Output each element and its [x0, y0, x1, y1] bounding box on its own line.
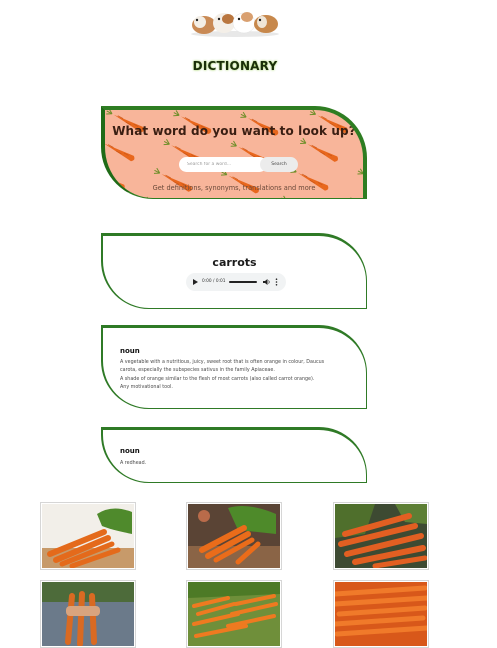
definitions-list: A redhead. [120, 460, 352, 468]
guinea-pigs-logo-icon [191, 12, 279, 37]
search-subtitle: Get definitions, synonyms, translations … [152, 184, 316, 192]
part-of-speech: noun [120, 347, 140, 355]
more-options-icon[interactable] [275, 278, 278, 286]
pronunciation-audio-player[interactable]: 0:00 / 0:01 [186, 273, 286, 291]
part-of-speech: noun [120, 447, 140, 455]
carrot-image-thumbnail[interactable] [186, 580, 282, 648]
carrot-image-thumbnail[interactable] [186, 502, 282, 570]
carrot-image-thumbnail[interactable] [40, 502, 136, 570]
word-card: carrots 0:00 / 0:01 [101, 233, 367, 309]
definitions-list: A vegetable with a nutritious, juicy, sw… [120, 359, 352, 392]
search-prompt: What word do you want to look up? [112, 124, 356, 138]
definition-text: A vegetable with a nutritious, juicy, sw… [120, 360, 325, 365]
play-icon[interactable] [193, 279, 198, 285]
meaning-card: noun A redhead. [101, 427, 367, 483]
carrots-on-wooden-board-image [42, 504, 134, 568]
definition-text: A redhead. [120, 461, 147, 466]
search-hero: What word do you want to look up? Search… [101, 106, 367, 199]
carrots-in-crate-image [188, 582, 280, 646]
audio-time: 0:00 / 0:01 [202, 278, 226, 284]
search-input[interactable] [179, 157, 267, 172]
search-button[interactable]: Search [260, 157, 298, 172]
definition-text: A shade of orange similar to the flesh o… [120, 376, 315, 382]
carrots-heap-closeup-image [335, 582, 427, 646]
carrots-pile-with-greens-image [335, 504, 427, 568]
volume-icon[interactable] [263, 278, 271, 286]
audio-progress-track[interactable] [229, 281, 257, 283]
definition-text: Any motivational tool. [120, 384, 173, 390]
carrots-held-in-hand-image [42, 582, 134, 646]
carrots-bunch-with-leaves-image [188, 504, 280, 568]
meaning-card: noun A vegetable with a nutritious, juic… [101, 325, 367, 409]
carrot-image-thumbnail[interactable] [40, 580, 136, 648]
carrot-image-thumbnail[interactable] [333, 580, 429, 648]
page-title: DICTIONARY [192, 59, 278, 73]
definition-text: carota, especially the subspecies sativu… [120, 368, 275, 374]
carrot-image-thumbnail[interactable] [333, 502, 429, 570]
word-heading: carrots [212, 256, 257, 269]
